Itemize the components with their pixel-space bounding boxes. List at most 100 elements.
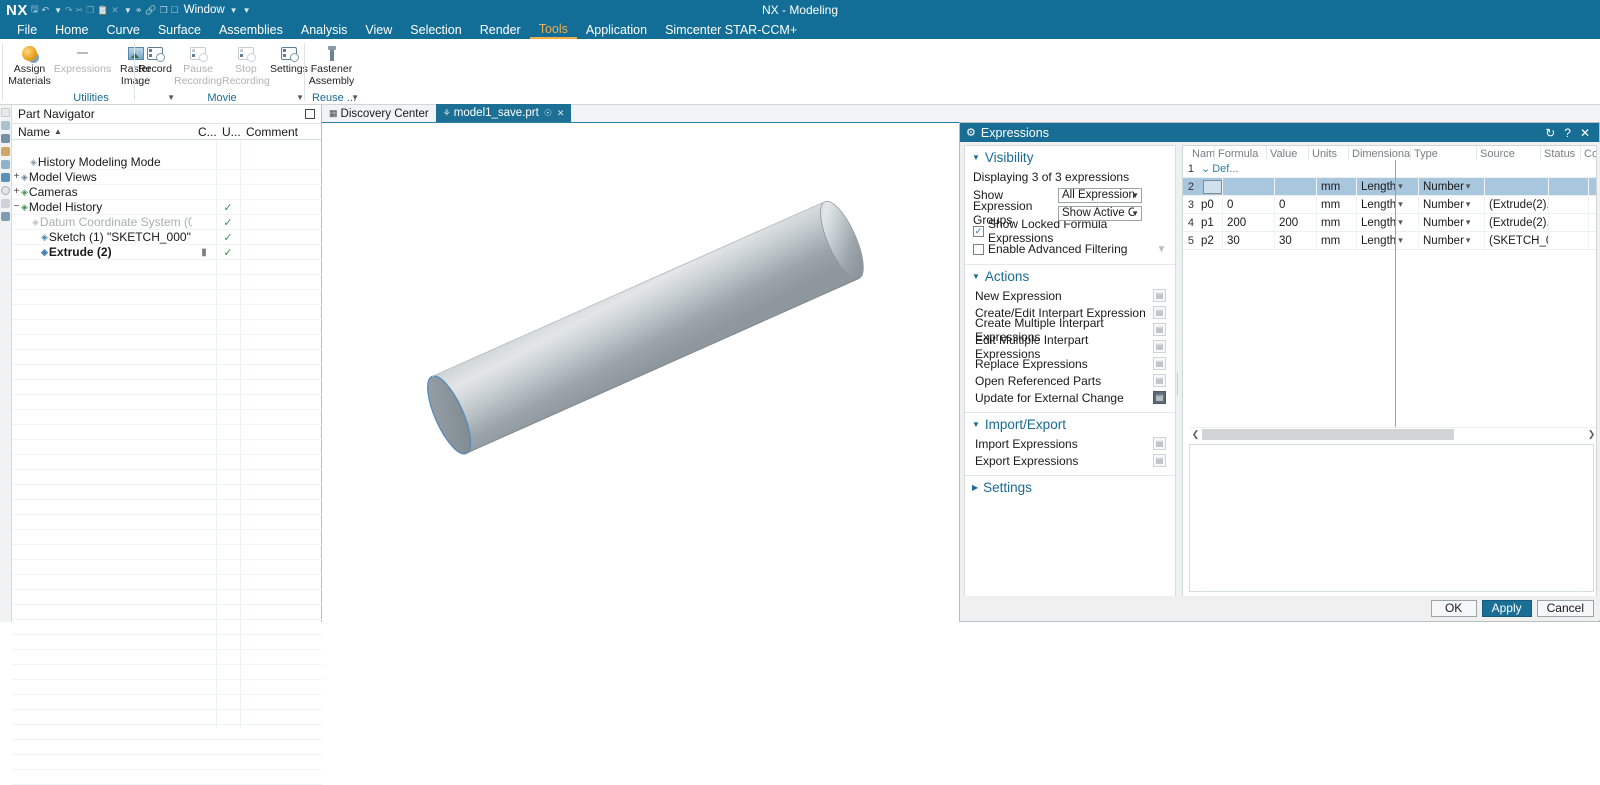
cancel-button[interactable]: Cancel xyxy=(1536,599,1594,617)
tree-expander-icon[interactable]: + xyxy=(12,187,21,197)
cell-name[interactable]: p0 xyxy=(1197,195,1223,214)
chevron-down-icon[interactable]: ⌄ xyxy=(1201,162,1210,175)
cell-dropdown-icon[interactable]: ▾ xyxy=(1466,181,1471,192)
filter-icon[interactable]: ▼ xyxy=(1156,244,1167,255)
cell-formula[interactable]: 200 xyxy=(1223,213,1275,232)
column-header-u[interactable]: U... xyxy=(216,125,241,139)
table-row[interactable]: 4p1200200mmLength▾Number▾(Extrude(2)... xyxy=(1183,213,1596,232)
visibility-section-header[interactable]: ▼ Visibility xyxy=(965,146,1175,168)
movie-settings-button[interactable]: Settings xyxy=(270,42,308,76)
expressions-button[interactable]: Expressions xyxy=(54,42,111,76)
menu-item-surface[interactable]: Surface xyxy=(149,20,210,39)
table-column-header[interactable]: Dimensionality xyxy=(1349,146,1411,160)
table-column-header[interactable]: Status xyxy=(1541,146,1581,160)
scroll-left-icon[interactable]: ❮ xyxy=(1189,429,1202,440)
column-header-name[interactable]: Name ▲ xyxy=(12,125,192,139)
import-export-section-header[interactable]: ▼ Import/Export xyxy=(965,413,1175,435)
tree-expander-icon[interactable]: − xyxy=(12,202,21,212)
apply-button[interactable]: Apply xyxy=(1481,599,1532,617)
cell-name[interactable] xyxy=(1197,177,1223,196)
create-multiple-interpart-icon[interactable]: ▤ xyxy=(1153,323,1166,336)
cell-formula[interactable] xyxy=(1223,177,1275,196)
cell-name[interactable]: p1 xyxy=(1197,213,1223,232)
cell-dropdown-icon[interactable]: ▾ xyxy=(1466,199,1471,210)
menu-item-view[interactable]: View xyxy=(356,20,401,39)
cell-source[interactable]: (SKETCH_0... xyxy=(1485,231,1549,250)
qat-dropdown-icon[interactable]: ▼ xyxy=(124,6,132,15)
cell-units[interactable]: mm xyxy=(1317,231,1357,250)
undo-dropdown-icon[interactable]: ▼ xyxy=(54,6,62,15)
name-edit-field[interactable] xyxy=(1203,179,1222,194)
reuse-expand-icon[interactable]: ▼ xyxy=(351,93,359,102)
scrollbar-track[interactable] xyxy=(1202,428,1585,440)
tree-expander-icon[interactable]: + xyxy=(12,172,21,182)
menu-item-tools[interactable]: Tools xyxy=(529,20,577,39)
create-edit-interpart-icon[interactable]: ▤ xyxy=(1153,306,1166,319)
cell-value[interactable]: 200 xyxy=(1275,213,1317,232)
menu-item-analysis[interactable]: Analysis xyxy=(292,20,357,39)
cell-value[interactable]: 0 xyxy=(1275,195,1317,214)
cell-dropdown-icon[interactable]: ▾ xyxy=(1466,235,1471,246)
part-navigator-row[interactable]: ◈ History Modeling Mode xyxy=(12,155,322,170)
menu-item-curve[interactable]: Curve xyxy=(98,20,149,39)
cell-type[interactable]: Number ▾ xyxy=(1419,231,1485,250)
action-edit-multiple-interpart-expressions[interactable]: Edit Multiple Interpart Expressions ▤ xyxy=(973,333,1175,361)
roles-icon[interactable] xyxy=(1,199,10,208)
cell-dropdown-icon[interactable]: ▾ xyxy=(1398,199,1403,210)
cell-dropdown-icon[interactable]: ▾ xyxy=(1398,235,1403,246)
cell-units[interactable]: mm xyxy=(1317,213,1357,232)
redo-icon[interactable]: ↷ xyxy=(65,5,73,16)
scrollbar-thumb[interactable] xyxy=(1202,428,1454,440)
replace-expressions-icon[interactable]: ▤ xyxy=(1153,357,1166,370)
show-dropdown[interactable]: All Expressions ▼ xyxy=(1058,187,1142,203)
stop-recording-button[interactable]: Stop Recording xyxy=(222,42,270,87)
open-referenced-parts-icon[interactable]: ▤ xyxy=(1153,374,1166,387)
cell-source[interactable]: (Extrude(2)... xyxy=(1485,195,1549,214)
close-icon[interactable]: ✕ xyxy=(1580,126,1590,140)
expression-groups-dropdown[interactable]: Show Active O ▼ xyxy=(1058,205,1142,221)
menu-item-simcenter-star-ccm-[interactable]: Simcenter STAR-CCM+ xyxy=(656,20,806,39)
link-icon[interactable]: 🔗 xyxy=(145,5,156,16)
window-restore-icon[interactable]: ❐ xyxy=(160,5,168,16)
scroll-right-icon[interactable]: ❯ xyxy=(1585,429,1596,440)
menu-item-application[interactable]: Application xyxy=(577,20,656,39)
cell-value[interactable]: 30 xyxy=(1275,231,1317,250)
window-square-icon[interactable]: ☐ xyxy=(171,5,179,16)
expressions-dialog-titlebar[interactable]: ⚙ Expressions ↻ ? ✕ xyxy=(960,123,1599,142)
part-navigator-icon[interactable] xyxy=(1,134,10,143)
menu-item-file[interactable]: File xyxy=(8,20,46,39)
menu-item-selection[interactable]: Selection xyxy=(401,20,470,39)
part-navigator-row[interactable]: ◈ Extrude (2) ▮ ✓ xyxy=(12,245,322,260)
cell-value[interactable] xyxy=(1275,177,1317,196)
cell-type[interactable]: Number ▾ xyxy=(1419,195,1485,214)
column-header-c[interactable]: C... xyxy=(192,125,217,139)
table-horizontal-scrollbar[interactable]: ❮ ❯ xyxy=(1189,427,1596,440)
action-open-referenced-parts[interactable]: Open Referenced Parts ▤ xyxy=(973,372,1175,389)
cell-dimensionality[interactable]: Length ▾ xyxy=(1357,195,1419,214)
system-materials-icon[interactable] xyxy=(1,212,10,221)
table-column-header[interactable]: Type xyxy=(1411,146,1477,160)
part-navigator-row[interactable]: − ◈ Model History ✓ xyxy=(12,200,322,215)
cell-units[interactable]: mm xyxy=(1317,177,1357,196)
table-row[interactable]: 1 ⌄ Def... xyxy=(1183,160,1596,178)
table-column-header[interactable]: Source xyxy=(1477,146,1541,160)
cell-status[interactable] xyxy=(1549,231,1589,250)
enable-advanced-filtering-checkbox[interactable] xyxy=(973,243,984,255)
ok-button[interactable]: OK xyxy=(1430,599,1477,617)
show-locked-formula-checkbox[interactable]: ✓ xyxy=(973,225,984,237)
part-navigator-row[interactable]: ◈ Datum Coordinate System (0) ✓ xyxy=(12,215,322,230)
actions-section-header[interactable]: ▼ Actions xyxy=(965,265,1175,287)
column-header-comment[interactable]: Comment xyxy=(240,125,321,139)
cell-status[interactable] xyxy=(1549,177,1589,196)
expression-edit-area[interactable] xyxy=(1189,444,1594,592)
table-column-header[interactable]: Value xyxy=(1267,146,1309,160)
clock-icon[interactable] xyxy=(1,186,10,195)
cell-status[interactable] xyxy=(1549,213,1589,232)
copy-icon[interactable]: ❐ xyxy=(86,5,94,16)
pin-icon[interactable]: ⚭ xyxy=(135,5,143,16)
tab-model1-save[interactable]: ⚘ model1_save.prt ☉ ✕ xyxy=(435,104,572,122)
record-button[interactable]: Record xyxy=(136,42,174,76)
cell-dimensionality[interactable]: Length ▾ xyxy=(1357,213,1419,232)
part-navigator-row[interactable]: + ◈ Model Views xyxy=(12,170,322,185)
panel-resize-handle[interactable] xyxy=(1176,373,1180,395)
